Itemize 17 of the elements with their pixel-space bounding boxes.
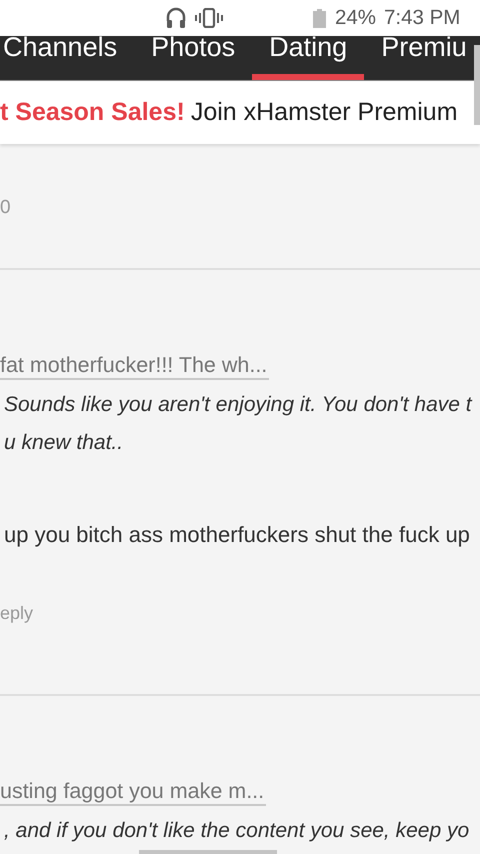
nav-tab[interactable]: Photos bbox=[134, 36, 252, 80]
headphones-icon bbox=[166, 7, 186, 29]
nav-tab[interactable]: Channels bbox=[0, 36, 134, 80]
comment-text: up you bitch ass motherfuckers shut the fuck up bbox=[4, 521, 471, 549]
vibrate-icon bbox=[195, 8, 223, 28]
reply-text: u knew that.. bbox=[4, 430, 124, 456]
nav-tab[interactable]: Premiu bbox=[364, 36, 480, 80]
battery-icon bbox=[313, 8, 326, 28]
scrollbar[interactable] bbox=[474, 45, 480, 125]
battery-percentage: 24% bbox=[335, 6, 376, 30]
reply-text: Sounds like you aren't enjoying it. You don't have t bbox=[4, 392, 472, 418]
scrollbar[interactable] bbox=[139, 850, 277, 854]
quoted-comment[interactable]: usting faggot you make m... bbox=[0, 778, 266, 806]
clock-time: 7:43 PM bbox=[384, 6, 460, 30]
reply-text: , and if you don't like the content you see, keep yo bbox=[4, 818, 470, 844]
comment-count: 0 bbox=[0, 196, 12, 220]
quoted-comment[interactable]: fat motherfucker!!! The wh... bbox=[0, 352, 270, 380]
